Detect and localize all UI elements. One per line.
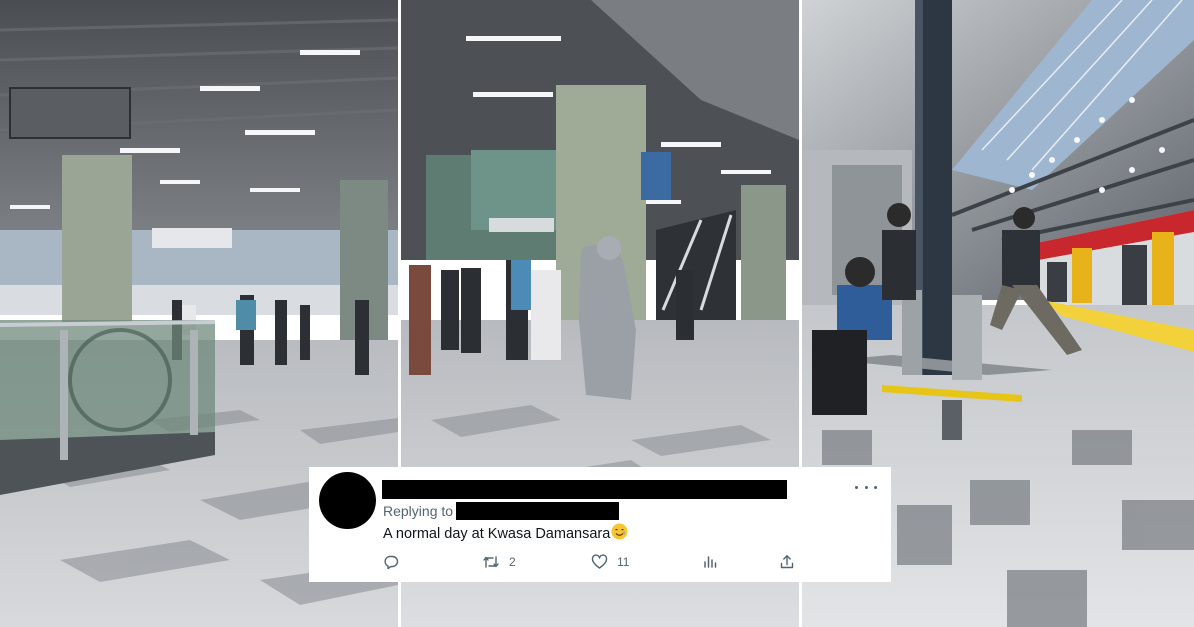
reply-icon [384,555,399,570]
retweet-button[interactable]: 2 [482,554,516,570]
replying-to-label: Replying to [383,503,454,519]
reply-button[interactable] [383,554,408,570]
retweet-icon [483,556,499,568]
dot [864,485,868,489]
handle-redaction-bar [456,502,620,520]
smiling-face-with-tear-icon [611,523,628,544]
dot [874,485,877,489]
views-button[interactable] [702,554,727,570]
retweet-count: 2 [509,555,516,569]
heart-icon [591,554,608,569]
share-button[interactable] [779,554,804,570]
more-dots-icon[interactable] [855,479,877,495]
tweet-text-row: A normal day at Kwasa Damansara [383,523,628,544]
avatar[interactable] [319,472,376,529]
share-icon [780,555,794,569]
username-redaction-bar [382,480,787,499]
tweet-text: A normal day at Kwasa Damansara [383,525,611,542]
tweet-card: Replying to A normal day at Kwasa Damans… [309,467,891,582]
tweet-actions-bar: 2 11 [381,554,801,574]
like-count: 11 [617,555,630,569]
views-chart-icon [704,556,717,568]
like-button[interactable]: 11 [591,554,629,570]
dot [855,485,858,489]
replying-to-row: Replying to [383,501,620,521]
